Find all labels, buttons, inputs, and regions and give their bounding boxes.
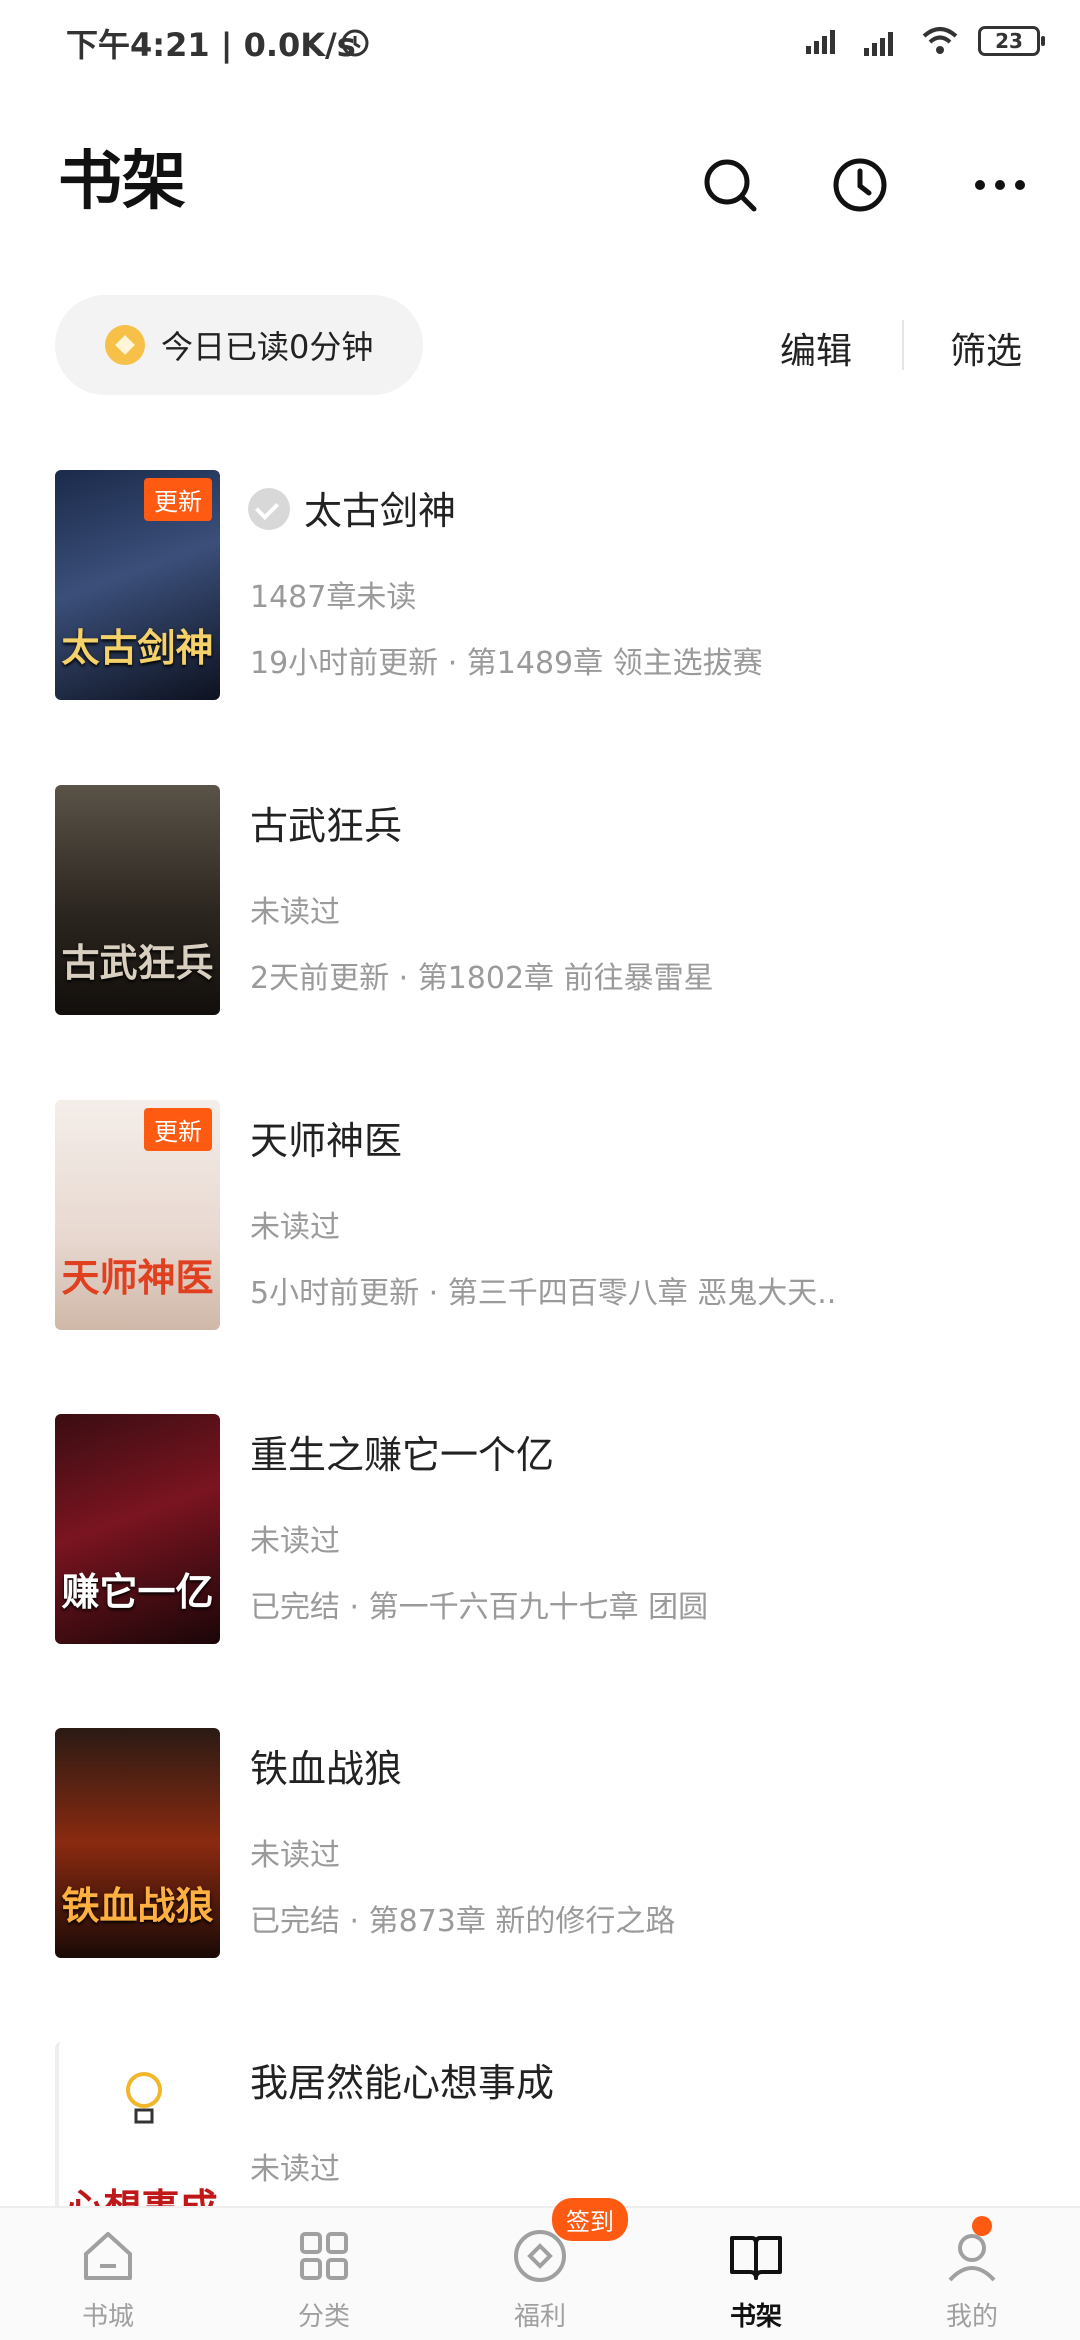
battery-icon: 23 bbox=[978, 26, 1045, 56]
read-time-text: 今日已读0分钟 bbox=[161, 328, 374, 366]
book-progress: 1487章未读 bbox=[250, 580, 417, 615]
bottom-nav: 书城 分类 福利 书架 我的 签到 bbox=[0, 2198, 1080, 2340]
sign-in-badge[interactable]: 签到 bbox=[552, 2198, 628, 2241]
more-icon[interactable] bbox=[970, 155, 1030, 215]
nav-label: 福利 bbox=[513, 2302, 566, 2332]
home-icon bbox=[84, 2232, 132, 2280]
status-time: 下午4:21 | 0.0K/s bbox=[66, 26, 356, 64]
alarm-icon bbox=[341, 29, 369, 57]
book-cover: 赚它一亿 bbox=[55, 1414, 220, 1644]
nav-shelf[interactable]: 书架 bbox=[648, 2208, 864, 2340]
book-title: 铁血战狼 bbox=[250, 1747, 403, 1791]
book-cover: 古武狂兵 bbox=[55, 785, 220, 1015]
page-title: 书架 bbox=[58, 145, 186, 219]
book-meta: 2天前更新 · 第1802章 前往暴雷星 bbox=[250, 961, 714, 996]
edit-button[interactable]: 编辑 bbox=[780, 322, 852, 374]
wifi-icon bbox=[922, 27, 958, 54]
book-meta: 5小时前更新 · 第三千四百零八章 恶鬼大天.. bbox=[250, 1276, 837, 1311]
user-icon bbox=[948, 2234, 996, 2282]
bulb-icon bbox=[126, 2072, 162, 2124]
book-progress: 未读过 bbox=[250, 1210, 340, 1245]
signal-icon bbox=[806, 30, 835, 54]
cover-text: 铁血战狼 bbox=[61, 1883, 214, 1928]
signal-hd-icon bbox=[864, 32, 893, 56]
cover-text: 太古剑神 bbox=[61, 625, 214, 670]
cover-text: 古武狂兵 bbox=[61, 940, 214, 985]
book-progress: 未读过 bbox=[250, 2152, 340, 2187]
nav-category[interactable]: 分类 bbox=[216, 2208, 432, 2340]
book-meta: 已完结 · 第一千六百九十七章 团圆 bbox=[250, 1590, 709, 1625]
nav-label: 分类 bbox=[297, 2302, 350, 2332]
book-title: 重生之赚它一个亿 bbox=[250, 1433, 555, 1477]
book-progress: 未读过 bbox=[250, 1524, 340, 1559]
read-time-pill[interactable]: 今日已读0分钟 bbox=[55, 295, 423, 395]
grid-icon bbox=[300, 2232, 348, 2280]
book-progress: 未读过 bbox=[250, 1838, 340, 1873]
notification-dot bbox=[972, 2216, 992, 2236]
book-meta: 已完结 · 第873章 新的修行之路 bbox=[250, 1904, 676, 1939]
coin-icon bbox=[105, 325, 145, 365]
book-cover: 更新 太古剑神 bbox=[55, 470, 220, 700]
book-cover: 铁血战狼 bbox=[55, 1728, 220, 1958]
filter-button[interactable]: 筛选 bbox=[950, 322, 1022, 374]
book-cover: 更新 天师神医 bbox=[55, 1100, 220, 1330]
divider bbox=[902, 320, 904, 370]
cover-text: 赚它一亿 bbox=[61, 1569, 214, 1614]
nav-label: 书架 bbox=[729, 2302, 782, 2332]
nav-mine[interactable]: 我的 bbox=[864, 2208, 1080, 2340]
update-badge: 更新 bbox=[144, 478, 212, 521]
history-icon[interactable] bbox=[830, 155, 890, 215]
status-bar: 下午4:21 | 0.0K/s 23 bbox=[0, 0, 1080, 90]
nav-label: 书城 bbox=[81, 2302, 134, 2332]
book-item[interactable]: 更新 天师神医 天师神医 未读过 5小时前更新 · 第三千四百零八章 恶鬼大天.… bbox=[0, 1100, 1080, 1340]
status-indicators: 23 bbox=[804, 24, 1045, 58]
book-meta: 19小时前更新 · 第1489章 领主选拔赛 bbox=[250, 646, 763, 681]
book-title: 古武狂兵 bbox=[250, 804, 403, 848]
search-icon[interactable] bbox=[700, 155, 760, 215]
nav-label: 我的 bbox=[945, 2302, 998, 2332]
book-title: 太古剑神 bbox=[304, 489, 457, 533]
book-item[interactable]: 赚它一亿 重生之赚它一个亿 未读过 已完结 · 第一千六百九十七章 团圆 bbox=[0, 1414, 1080, 1654]
nav-store[interactable]: 书城 bbox=[0, 2208, 216, 2340]
check-icon bbox=[248, 488, 290, 530]
book-progress: 未读过 bbox=[250, 895, 340, 930]
book-open-icon bbox=[730, 2236, 782, 2280]
update-badge: 更新 bbox=[144, 1108, 212, 1151]
book-title: 我居然能心想事成 bbox=[250, 2061, 555, 2105]
book-item[interactable]: 更新 太古剑神 太古剑神 1487章未读 19小时前更新 · 第1489章 领主… bbox=[0, 470, 1080, 710]
book-item[interactable]: 古武狂兵 古武狂兵 未读过 2天前更新 · 第1802章 前往暴雷星 bbox=[0, 785, 1080, 1025]
book-title: 天师神医 bbox=[250, 1119, 403, 1163]
cover-text: 天师神医 bbox=[61, 1255, 214, 1300]
book-item[interactable]: 铁血战狼 铁血战狼 未读过 已完结 · 第873章 新的修行之路 bbox=[0, 1728, 1080, 1968]
